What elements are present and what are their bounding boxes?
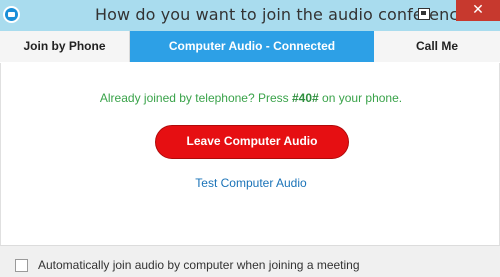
phone-code: #40# — [292, 91, 319, 105]
tab-computer-audio[interactable]: Computer Audio - Connected — [130, 31, 374, 62]
joined-message-suffix: on your phone. — [318, 91, 403, 105]
auto-join-label[interactable]: Automatically join audio by computer whe… — [38, 258, 360, 272]
window-pin-icon[interactable] — [418, 8, 430, 20]
leave-computer-audio-button[interactable]: Leave Computer Audio — [155, 125, 349, 159]
footer: Automatically join audio by computer whe… — [0, 245, 500, 277]
zoom-app-icon — [3, 6, 20, 23]
close-button[interactable]: ✕ — [456, 0, 500, 21]
audio-panel: Already joined by telephone? Press #40# … — [0, 63, 500, 245]
joined-by-phone-message: Already joined by telephone? Press #40# … — [1, 91, 500, 105]
window-title: How do you want to join the audio confer… — [95, 5, 477, 24]
title-bar: How do you want to join the audio confer… — [0, 0, 500, 31]
joined-message-prefix: Already joined by telephone? Press — [99, 91, 292, 105]
tab-join-by-phone[interactable]: Join by Phone — [0, 31, 130, 62]
tab-bar: Join by Phone Computer Audio - Connected… — [0, 31, 500, 62]
tab-call-me[interactable]: Call Me — [374, 31, 500, 62]
auto-join-checkbox[interactable] — [15, 259, 28, 272]
test-computer-audio-link[interactable]: Test Computer Audio — [1, 176, 500, 190]
